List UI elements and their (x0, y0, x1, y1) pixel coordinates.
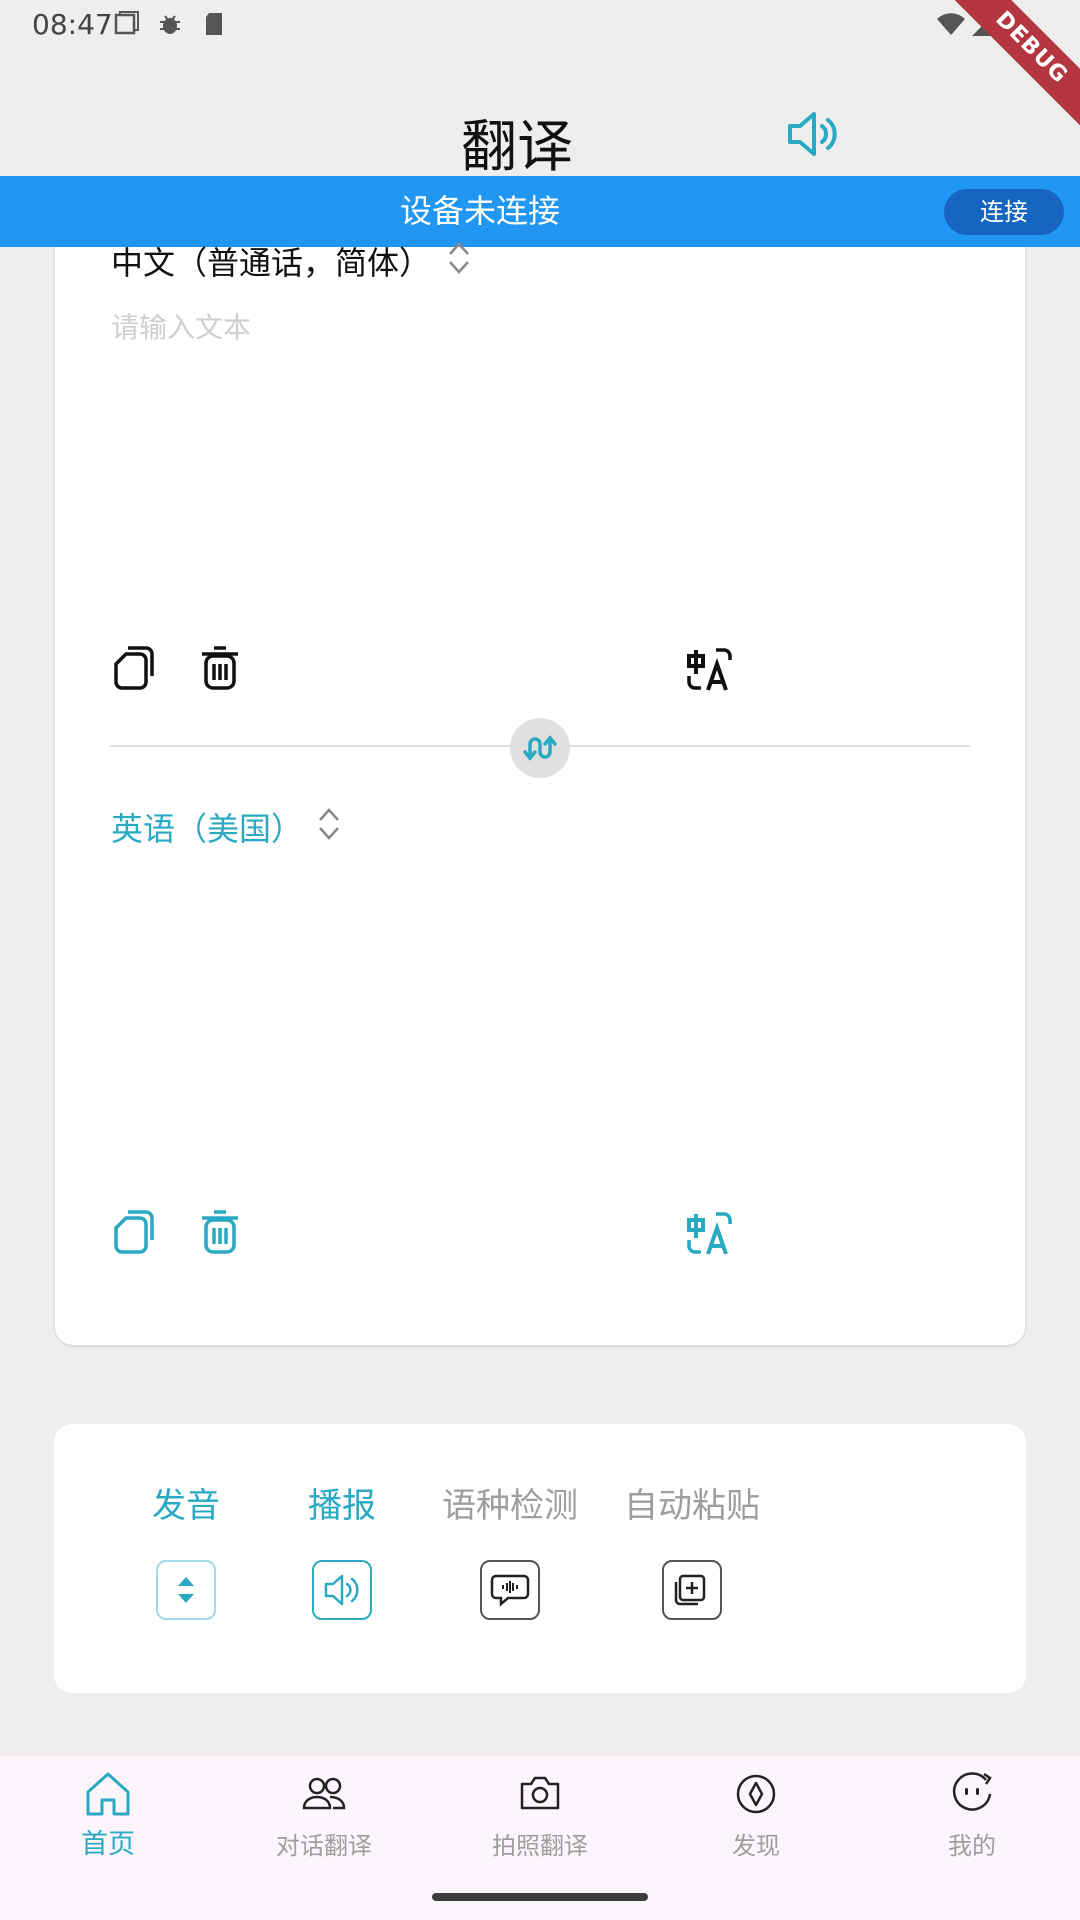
people-icon (302, 1777, 346, 1810)
auto-paste-toggle[interactable] (662, 1560, 722, 1620)
compass-icon (736, 1774, 776, 1814)
screen-icon (114, 11, 139, 35)
translation-card (55, 247, 1025, 1345)
nav-item-conversation[interactable]: 对话翻译 (216, 1768, 432, 1861)
source-language-selector[interactable]: 中文（普通话，简体） (111, 238, 431, 284)
trash-icon[interactable] (198, 1208, 242, 1256)
setting-label-broadcast: 播报 (308, 1486, 376, 1526)
speaker-icon (324, 1574, 359, 1606)
home-icon (86, 1772, 130, 1816)
setting-label-language-detection: 语种检测 (442, 1486, 578, 1526)
chevron-up-down-icon[interactable] (446, 240, 472, 276)
wifi-icon (937, 13, 965, 36)
face-icon (952, 1772, 992, 1811)
source-text-input[interactable]: 请输入文本 (111, 306, 251, 346)
broadcast-toggle[interactable] (312, 1560, 372, 1620)
setting-label-auto-paste: 自动粘贴 (624, 1486, 760, 1526)
nav-label: 对话翻译 (276, 1832, 372, 1860)
nav-label: 首页 (81, 1829, 135, 1860)
paste-icon (674, 1574, 706, 1606)
page-title: 翻译 (461, 115, 573, 180)
status-time: 08:47 (32, 8, 113, 41)
nav-label: 我的 (948, 1832, 996, 1860)
setting-label-pronunciation: 发音 (152, 1486, 220, 1526)
nav-item-discover[interactable]: 发现 (648, 1768, 864, 1861)
trash-icon[interactable] (198, 644, 242, 692)
connect-button[interactable]: 连接 (944, 189, 1064, 235)
voice-message-icon (490, 1574, 530, 1607)
nav-item-photo-translate[interactable]: 拍照翻译 (432, 1768, 648, 1861)
sd-card-icon (206, 13, 222, 35)
connection-status: 设备未连接 (399, 192, 560, 230)
nav-item-profile[interactable]: 我的 (864, 1768, 1080, 1861)
nav-label: 拍照翻译 (492, 1832, 588, 1860)
copy-icon[interactable] (112, 644, 156, 692)
nav-item-home[interactable]: 首页 (0, 1768, 216, 1861)
copy-icon[interactable] (112, 1208, 156, 1256)
translate-icon[interactable] (686, 1210, 734, 1258)
bug-icon (160, 15, 180, 34)
swap-icon (523, 735, 557, 761)
speaker-icon[interactable] (784, 108, 840, 160)
swap-languages-button[interactable] (510, 718, 570, 778)
language-detection-toggle[interactable] (480, 1560, 540, 1620)
camera-icon (520, 1776, 560, 1810)
chevron-up-down-icon[interactable] (316, 806, 342, 842)
pronunciation-toggle[interactable] (156, 1560, 216, 1620)
target-language-selector[interactable]: 英语（美国） (111, 804, 303, 850)
home-indicator (432, 1893, 648, 1901)
sort-icon (178, 1577, 194, 1603)
settings-card (54, 1424, 1026, 1693)
translate-icon[interactable] (686, 646, 734, 694)
nav-label: 发现 (732, 1832, 780, 1860)
